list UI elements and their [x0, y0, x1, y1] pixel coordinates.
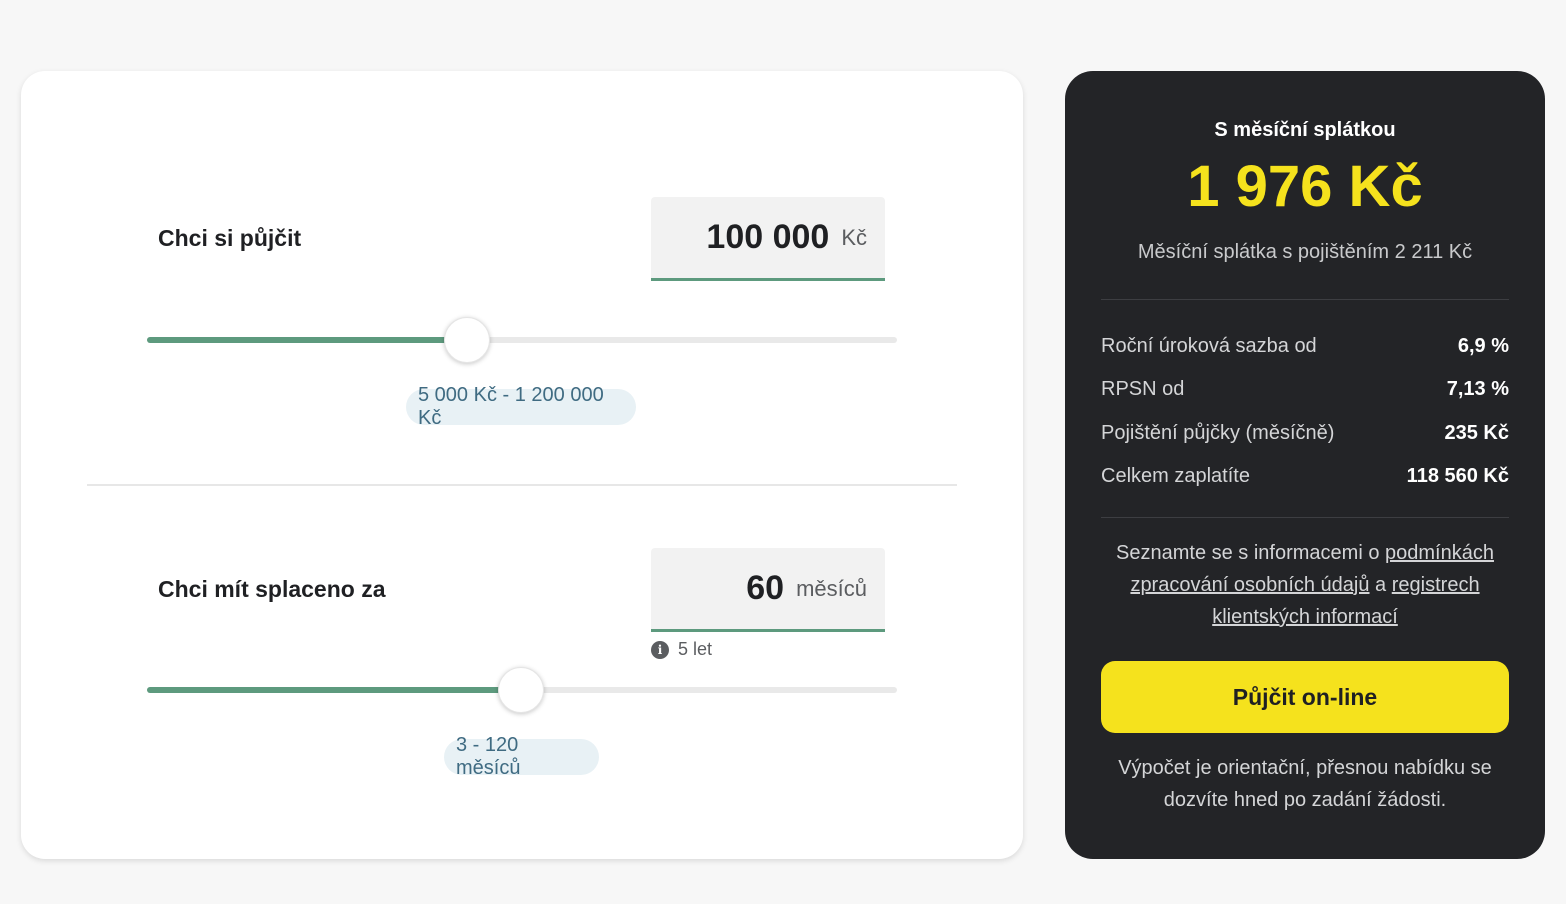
privacy-info: Seznamte se s informacemi o podmínkách z… — [1101, 537, 1509, 633]
summary-row: Roční úroková sazba od 6,9 % — [1101, 335, 1509, 358]
summary-row: Pojištění půjčky (měsíčně) 235 Kč — [1101, 422, 1509, 445]
summary-row-label: Roční úroková sazba od — [1101, 335, 1317, 357]
section-divider — [87, 484, 957, 486]
loan-amount-range: 5 000 Kč - 1 200 000 Kč — [406, 384, 636, 429]
loan-term-value[interactable]: 60 — [746, 569, 784, 608]
summary-row: RPSN od 7,13 % — [1101, 378, 1509, 401]
summary-title: S měsíční splátkou — [1214, 119, 1396, 141]
summary-row-label: Pojištění půjčky (měsíčně) — [1101, 422, 1335, 444]
loan-term-slider[interactable] — [147, 667, 897, 713]
summary-row-value: 7,13 % — [1446, 378, 1509, 400]
summary-row-value: 6,9 % — [1457, 335, 1509, 357]
summary-row-value: 235 Kč — [1444, 422, 1510, 444]
summary-row-label: Celkem zaplatíte — [1101, 465, 1250, 487]
summary-divider-top — [1101, 299, 1509, 300]
loan-term-slider-fill — [147, 687, 522, 693]
borrow-online-button[interactable]: Půjčit on-line — [1101, 661, 1509, 733]
loan-amount-value[interactable]: 100 000 — [706, 218, 829, 257]
privacy-info-prefix: Seznamte se s informacemi o — [1116, 542, 1386, 564]
loan-amount-field[interactable]: 100 000 Kč — [651, 197, 885, 281]
summary-divider-bottom — [1101, 517, 1509, 518]
loan-amount-unit: Kč — [841, 224, 867, 250]
summary-row: Celkem zaplatíte 118 560 Kč — [1101, 465, 1509, 488]
disclaimer-note: Výpočet je orientační, přesnou nabídku s… — [1118, 757, 1492, 811]
summary-panel: S měsíční splátkou 1 976 Kč Měsíční splá… — [1065, 71, 1545, 859]
summary-row-label: RPSN od — [1101, 378, 1185, 400]
monthly-payment-amount: 1 976 Kč — [1187, 154, 1423, 219]
loan-amount-slider[interactable] — [147, 317, 897, 363]
loan-amount-label: Chci si půjčit — [158, 225, 302, 251]
loan-term-label: Chci mít splaceno za — [158, 576, 386, 602]
calculator-card: Chci si půjčit 100 000 Kč 5 000 Kč - 1 2… — [21, 71, 1023, 859]
loan-term-field[interactable]: 60 měsíců — [651, 548, 885, 632]
loan-term-slider-thumb[interactable] — [498, 667, 545, 713]
loan-amount-slider-fill — [147, 337, 468, 343]
loan-term-unit: měsíců — [796, 575, 867, 601]
loan-term-hint-text: 5 let — [678, 639, 713, 659]
payment-with-insurance: Měsíční splátka s pojištěním 2 211 Kč — [1137, 241, 1473, 263]
loan-term-range: 3 - 120 měsíců — [444, 734, 599, 779]
loan-amount-slider-thumb[interactable] — [444, 317, 491, 363]
info-icon: i — [651, 640, 669, 659]
privacy-info-mid: a — [1369, 574, 1392, 596]
summary-row-value: 118 560 Kč — [1406, 465, 1509, 487]
loan-term-hint: i 5 let — [651, 639, 712, 660]
